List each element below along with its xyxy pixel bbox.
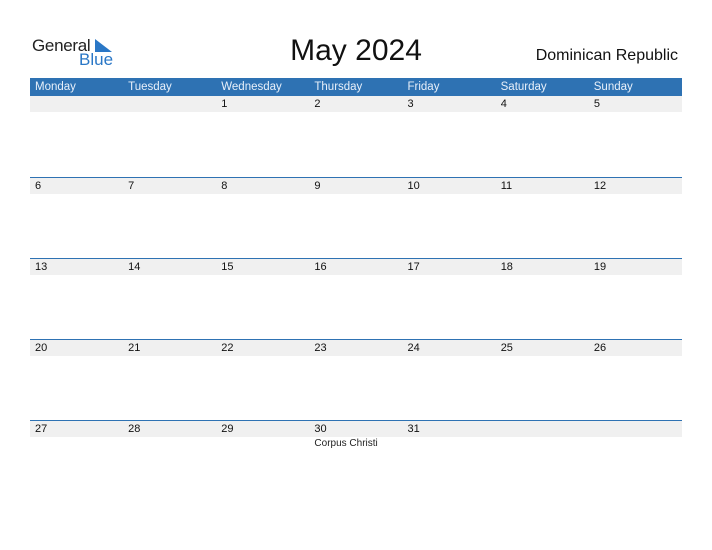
day-cell: 20 xyxy=(30,340,123,421)
week-row: 27 28 29 30 Corpus Christi 31 xyxy=(30,420,682,502)
day-cell: 1 xyxy=(216,96,309,177)
day-cell: 26 xyxy=(589,340,682,421)
day-number: 17 xyxy=(407,261,420,273)
day-number: 18 xyxy=(500,261,513,273)
day-cell: 16 xyxy=(309,259,402,340)
day-cell xyxy=(496,421,589,502)
day-cell: 9 xyxy=(309,178,402,259)
day-cell: 12 xyxy=(589,178,682,259)
day-cell: 13 xyxy=(30,259,123,340)
weekday-sunday: Sunday xyxy=(593,81,633,93)
day-number: 29 xyxy=(221,423,234,435)
holiday-label: Corpus Christi xyxy=(314,438,378,449)
day-cell: 29 xyxy=(216,421,309,502)
day-number: 26 xyxy=(593,342,607,354)
weekday-tuesday: Tuesday xyxy=(128,81,172,93)
day-cell: 19 xyxy=(589,259,682,340)
day-number: 24 xyxy=(407,342,420,354)
day-number: 6 xyxy=(35,180,42,192)
day-number: 12 xyxy=(593,180,607,192)
day-number: 8 xyxy=(221,180,228,192)
day-number: 3 xyxy=(407,98,414,110)
day-number: 28 xyxy=(128,423,141,435)
weekday-monday: Monday xyxy=(35,81,76,93)
day-cell: 24 xyxy=(403,340,496,421)
day-number: 14 xyxy=(128,261,141,273)
day-cell: 4 xyxy=(496,96,589,177)
day-number: 27 xyxy=(35,423,48,435)
day-number: 30 xyxy=(314,423,327,435)
day-cell: 23 xyxy=(309,340,402,421)
day-number: 25 xyxy=(500,342,513,354)
day-cell: 17 xyxy=(403,259,496,340)
week-row: 13 14 15 16 17 18 19 xyxy=(30,258,682,340)
day-number: 15 xyxy=(221,261,234,273)
week-row: 20 21 22 23 24 25 26 xyxy=(30,339,682,421)
day-cell: 5 xyxy=(589,96,682,177)
day-cell: 18 xyxy=(496,259,589,340)
day-cell: 6 xyxy=(30,178,123,259)
week-row: 1 2 3 4 5 xyxy=(30,96,682,177)
day-number: 19 xyxy=(593,261,607,273)
day-cell: 22 xyxy=(216,340,309,421)
week-row: 6 7 8 9 10 11 12 xyxy=(30,177,682,259)
day-cell: 27 xyxy=(30,421,123,502)
day-number: 9 xyxy=(314,180,321,192)
day-number: 11 xyxy=(500,180,513,192)
country-label: Dominican Republic xyxy=(535,47,678,64)
day-number: 21 xyxy=(128,342,141,354)
day-cell xyxy=(30,96,123,177)
day-number: 7 xyxy=(128,180,135,192)
day-number: 23 xyxy=(314,342,327,354)
day-cell: 15 xyxy=(216,259,309,340)
day-cell: 10 xyxy=(403,178,496,259)
day-cell: 11 xyxy=(496,178,589,259)
day-cell: 2 xyxy=(309,96,402,177)
weekday-saturday: Saturday xyxy=(500,81,547,93)
day-number: 4 xyxy=(500,98,507,110)
day-cell: 21 xyxy=(123,340,216,421)
day-cell: 31 xyxy=(403,421,496,502)
day-cell: 7 xyxy=(123,178,216,259)
day-cell xyxy=(123,96,216,177)
day-cell: 25 xyxy=(496,340,589,421)
day-number: 1 xyxy=(221,98,228,110)
day-number: 22 xyxy=(221,342,234,354)
weekday-wednesday: Wednesday xyxy=(221,81,282,93)
day-cell: 30 Corpus Christi xyxy=(309,421,402,502)
day-number: 13 xyxy=(35,261,48,273)
day-number: 31 xyxy=(407,423,420,435)
weekday-friday: Friday xyxy=(407,81,440,93)
day-number: 16 xyxy=(314,261,327,273)
day-cell: 3 xyxy=(403,96,496,177)
day-cell: 8 xyxy=(216,178,309,259)
day-number: 5 xyxy=(593,98,600,110)
day-cell: 14 xyxy=(123,259,216,340)
day-number: 20 xyxy=(35,342,48,354)
day-cell: 28 xyxy=(123,421,216,502)
weekday-thursday: Thursday xyxy=(314,81,363,93)
weekday-header: Monday Tuesday Wednesday Thursday Friday… xyxy=(30,78,682,96)
day-number: 10 xyxy=(407,180,420,192)
day-number: 2 xyxy=(314,98,321,110)
day-cell xyxy=(589,421,682,502)
